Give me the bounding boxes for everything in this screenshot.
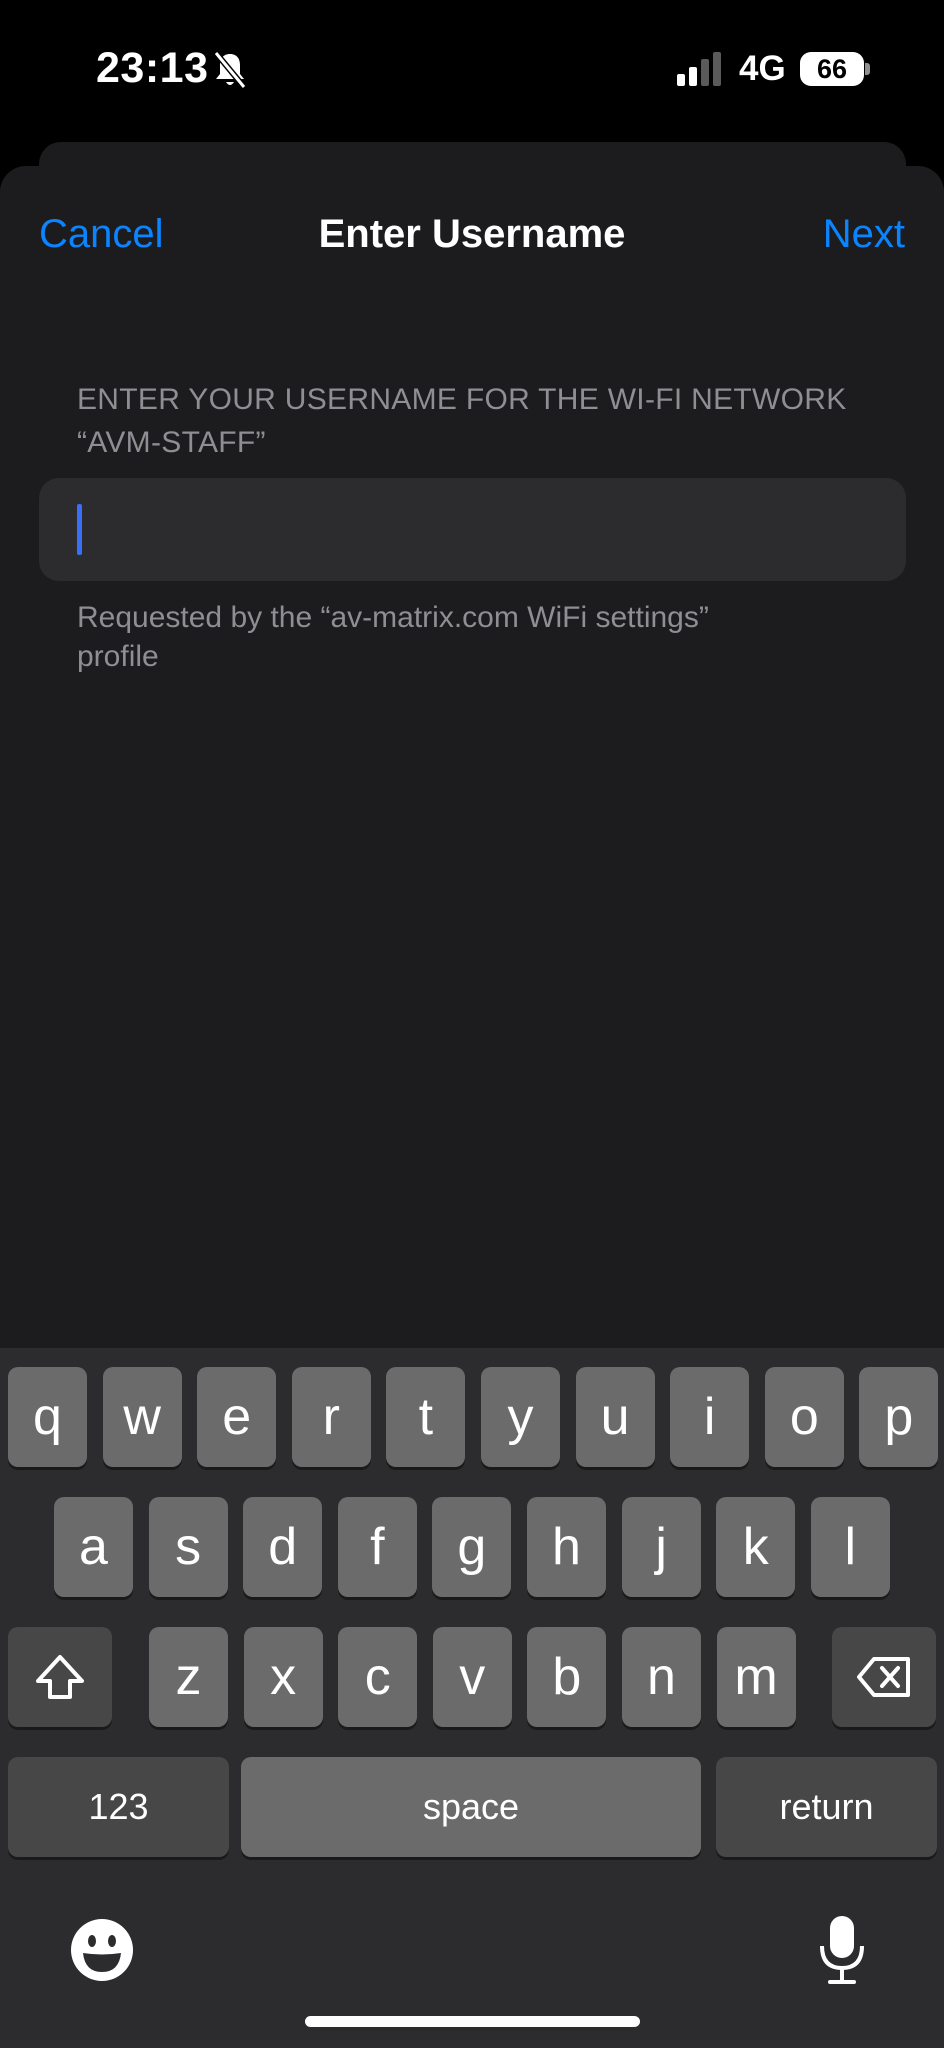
username-input[interactable] [39,478,906,581]
home-indicator[interactable] [305,2016,640,2027]
cancel-button[interactable]: Cancel [39,212,164,257]
shift-icon [36,1655,84,1699]
return-key[interactable]: return [716,1757,937,1857]
key-b[interactable]: b [527,1627,607,1727]
key-o[interactable]: o [764,1367,844,1467]
space-key[interactable]: space [241,1757,701,1857]
key-c[interactable]: c [338,1627,418,1727]
network-type: 4G [739,49,786,88]
key-e[interactable]: e [197,1367,277,1467]
key-n[interactable]: n [622,1627,701,1727]
key-y[interactable]: y [481,1367,560,1467]
key-l[interactable]: l [810,1497,890,1597]
key-z[interactable]: z [149,1627,228,1727]
key-u[interactable]: u [575,1367,655,1467]
numbers-key[interactable]: 123 [8,1757,229,1857]
status-time: 23:13 [96,44,209,92]
backspace-icon [857,1657,910,1697]
key-p[interactable]: p [859,1367,939,1467]
key-h[interactable]: h [527,1497,606,1597]
text-caret [77,504,82,555]
emoji-icon[interactable] [70,1918,134,1982]
key-t[interactable]: t [386,1367,466,1467]
key-a[interactable]: a [54,1497,133,1597]
silent-bell-icon [213,51,247,89]
delete-key[interactable] [832,1627,936,1727]
key-f[interactable]: f [337,1497,417,1597]
key-g[interactable]: g [432,1497,512,1597]
battery-icon: 66 [800,52,864,86]
battery-level: 66 [816,54,848,84]
key-s[interactable]: s [148,1497,228,1597]
key-v[interactable]: v [432,1627,512,1727]
key-j[interactable]: j [621,1497,701,1597]
key-w[interactable]: w [102,1367,182,1467]
key-i[interactable]: i [670,1367,750,1467]
key-k[interactable]: k [716,1497,796,1597]
section-header: ENTER YOUR USERNAME FOR THE WI-FI NETWOR… [77,383,847,459]
section-footer: Requested by the “av-matrix.com WiFi set… [77,601,709,673]
key-q[interactable]: q [8,1367,87,1467]
microphone-icon[interactable] [818,1914,866,1986]
battery-tip [865,63,870,75]
key-r[interactable]: r [291,1367,371,1467]
shift-key[interactable] [8,1627,112,1727]
key-d[interactable]: d [243,1497,323,1597]
key-m[interactable]: m [716,1627,796,1727]
cellular-signal-icon [677,52,721,86]
next-button[interactable]: Next [823,212,905,257]
key-x[interactable]: x [243,1627,323,1727]
